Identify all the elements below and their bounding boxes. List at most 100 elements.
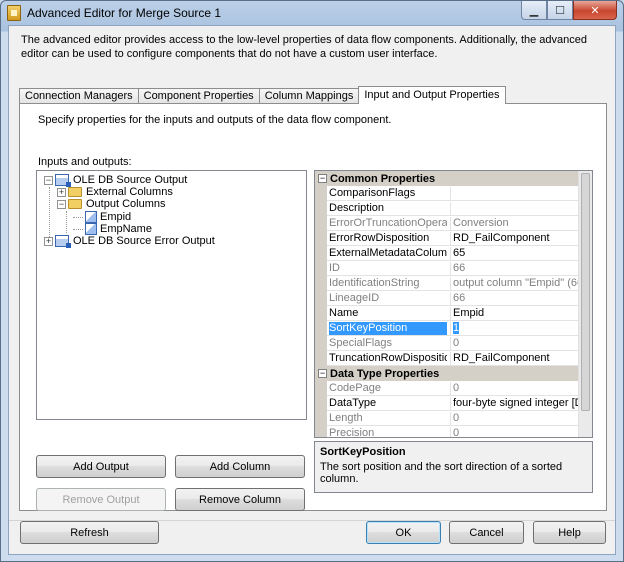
column-icon <box>85 211 97 223</box>
tree-node-column-empname[interactable]: EmpName <box>85 223 152 235</box>
inputs-outputs-tree[interactable]: − OLE DB Source Output + External Column… <box>36 170 307 420</box>
panel-description: Specify properties for the inputs and ou… <box>38 114 392 126</box>
property-value[interactable] <box>450 202 579 215</box>
property-row[interactable]: ComparisonFlags <box>315 186 579 201</box>
property-value[interactable]: 66 <box>450 262 579 275</box>
remove-column-button[interactable]: Remove Column <box>175 488 305 511</box>
row-gutter <box>315 261 327 276</box>
expand-icon[interactable]: + <box>57 187 66 197</box>
tree-node-label: Empid <box>100 211 132 223</box>
property-value[interactable]: 0 <box>450 382 579 395</box>
tree-node-label: EmpName <box>100 223 152 235</box>
scrollbar-thumb[interactable] <box>581 173 590 411</box>
close-icon[interactable]: ✕ <box>573 1 617 20</box>
tree-connector <box>66 211 67 233</box>
property-row[interactable]: SpecialFlags 0 <box>315 336 579 351</box>
property-value[interactable]: 0 <box>450 412 579 425</box>
tree-node-label: External Columns <box>86 186 173 198</box>
property-value[interactable]: 65 <box>450 247 579 260</box>
property-value[interactable]: RD_FailComponent <box>450 232 579 245</box>
collapse-icon[interactable]: − <box>44 175 53 185</box>
property-row[interactable]: LineageID 66 <box>315 291 579 306</box>
property-row[interactable]: Length 0 <box>315 411 579 426</box>
ssis-app-icon <box>7 5 21 21</box>
row-gutter <box>315 411 327 426</box>
row-gutter <box>315 336 327 351</box>
expand-icon[interactable]: + <box>44 236 53 246</box>
property-value[interactable]: 66 <box>450 292 579 305</box>
tree-connector <box>73 229 83 230</box>
category-label: Common Properties <box>330 172 436 185</box>
row-gutter <box>315 186 327 201</box>
folder-icon <box>68 199 82 209</box>
tab-connection-managers[interactable]: Connection Managers <box>19 88 139 104</box>
tab-component-properties[interactable]: Component Properties <box>137 88 260 104</box>
property-name: Length <box>329 412 363 424</box>
title-bar[interactable]: Advanced Editor for Merge Source 1 ▁ ☐ ✕ <box>1 1 623 25</box>
property-name: Description <box>329 202 385 214</box>
row-gutter <box>315 396 327 411</box>
property-row[interactable]: Description <box>315 201 579 216</box>
property-value[interactable]: output column "Empid" (66) <box>450 277 579 290</box>
property-row[interactable]: ID 66 <box>315 261 579 276</box>
add-column-button[interactable]: Add Column <box>175 455 305 478</box>
property-value[interactable]: four-byte signed integer [DT_I4] <box>450 397 579 410</box>
input-output-properties-panel: Specify properties for the inputs and ou… <box>19 103 607 511</box>
property-row[interactable]: SortKeyPosition 1 <box>315 321 579 336</box>
property-row[interactable]: DataType four-byte signed integer [DT_I4] <box>315 396 579 411</box>
tree-node-source-output[interactable]: − OLE DB Source Output <box>44 174 187 187</box>
add-output-button[interactable]: Add Output <box>36 455 166 478</box>
help-title: SortKeyPosition <box>320 446 406 458</box>
property-grid-scrollbar[interactable] <box>578 171 592 437</box>
tree-node-column-empid[interactable]: Empid <box>85 211 131 223</box>
row-gutter <box>315 426 327 437</box>
property-name: Precision <box>329 427 375 438</box>
property-name: ErrorRowDisposition <box>329 232 430 244</box>
property-value[interactable]: Conversion <box>450 217 579 230</box>
category-label: Data Type Properties <box>330 367 440 380</box>
property-value[interactable]: 0 <box>450 427 579 437</box>
tree-node-external-columns[interactable]: + External Columns <box>57 186 173 198</box>
property-value[interactable]: 1 <box>450 322 579 335</box>
cancel-button[interactable]: Cancel <box>449 521 524 544</box>
refresh-button[interactable]: Refresh <box>20 521 159 544</box>
folder-icon <box>68 187 82 197</box>
category-common-properties[interactable]: − Common Properties <box>315 171 579 186</box>
tree-node-error-output[interactable]: + OLE DB Source Error Output <box>44 235 215 248</box>
output-table-icon <box>55 235 71 248</box>
property-value[interactable]: 0 <box>450 337 579 350</box>
remove-output-button[interactable]: Remove Output <box>36 488 166 511</box>
property-name: SpecialFlags <box>329 337 392 349</box>
property-grid[interactable]: − Common Properties ComparisonFlags Descr… <box>314 170 593 438</box>
minimize-icon[interactable]: ▁ <box>521 1 547 20</box>
ok-button[interactable]: OK <box>366 521 441 544</box>
property-row[interactable]: ErrorRowDisposition RD_FailComponent <box>315 231 579 246</box>
property-row[interactable]: Precision 0 <box>315 426 579 438</box>
maximize-icon[interactable]: ☐ <box>547 1 573 20</box>
property-row[interactable]: ErrorOrTruncationOperationConversion <box>315 216 579 231</box>
property-row[interactable]: CodePage 0 <box>315 381 579 396</box>
row-gutter <box>315 351 327 366</box>
window-title: Advanced Editor for Merge Source 1 <box>27 6 222 20</box>
tab-column-mappings[interactable]: Column Mappings <box>258 88 360 104</box>
property-row[interactable]: Name Empid <box>315 306 579 321</box>
row-gutter <box>315 291 327 306</box>
selected-value-text[interactable]: 1 <box>453 322 460 334</box>
property-name: ComparisonFlags <box>329 187 416 199</box>
tab-input-output-properties[interactable]: Input and Output Properties <box>358 86 506 104</box>
property-name: Name <box>329 307 359 319</box>
collapse-icon[interactable]: − <box>318 369 327 378</box>
collapse-icon[interactable]: − <box>318 174 327 183</box>
property-name: IdentificationString <box>329 277 420 289</box>
property-value[interactable] <box>450 187 579 200</box>
collapse-icon[interactable]: − <box>57 199 66 209</box>
property-value[interactable]: Empid <box>450 307 579 320</box>
category-data-type-properties[interactable]: − Data Type Properties <box>315 366 579 381</box>
property-row[interactable]: TruncationRowDisposition RD_FailComponent <box>315 351 579 366</box>
property-value[interactable]: RD_FailComponent <box>450 352 579 365</box>
tree-node-output-columns[interactable]: − Output Columns <box>57 198 165 210</box>
property-row[interactable]: ExternalMetadataColumnID65 <box>315 246 579 261</box>
property-row[interactable]: IdentificationString output column "Empid… <box>315 276 579 291</box>
tree-connector <box>73 217 83 218</box>
help-button[interactable]: Help <box>533 521 606 544</box>
